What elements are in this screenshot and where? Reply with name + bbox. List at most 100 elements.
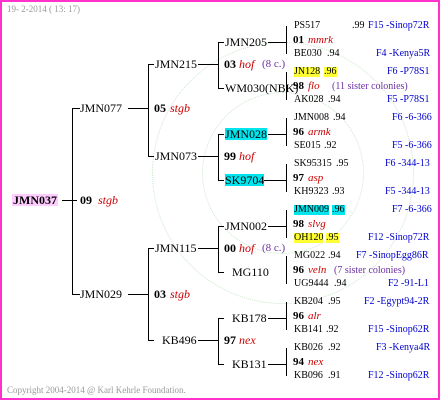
- gen4-year: .93: [332, 186, 345, 197]
- connector: [218, 318, 224, 319]
- gen4-year: .95: [328, 296, 341, 307]
- gen2-gen: 00: [224, 241, 236, 255]
- connector: [268, 364, 286, 365]
- gen3-note: (11 sister colonies): [332, 81, 408, 92]
- connector: [218, 42, 219, 88]
- gen4-bee-id[interactable]: SK95315: [294, 159, 332, 169]
- connector: [286, 210, 287, 238]
- gen4-year: .96: [332, 204, 345, 215]
- gen4-bee-id[interactable]: KB204: [294, 297, 323, 307]
- connector: [286, 118, 287, 146]
- gen4-bee-id[interactable]: KB026: [294, 343, 323, 353]
- connector: [218, 180, 224, 181]
- gen3-gen: 96: [293, 264, 304, 276]
- gen3-tag: mmrk: [308, 34, 334, 46]
- gen1-bee-id[interactable]: JMN029: [80, 288, 122, 300]
- gen2-bee-id[interactable]: JMN215: [155, 58, 197, 70]
- connector: [198, 248, 218, 249]
- gen3-bee-id[interactable]: KB178: [232, 312, 267, 324]
- gen3-bee-id[interactable]: KB131: [232, 358, 267, 370]
- gen4-year: .92: [326, 324, 339, 335]
- gen4-location: F12 -Sinop72R: [368, 232, 430, 243]
- gen3-bee-id[interactable]: MG110: [232, 266, 269, 278]
- gen2-tag: hof: [239, 241, 255, 255]
- connector: [218, 272, 224, 273]
- gen3-tag: slvg: [308, 218, 326, 230]
- gen2-bee-id[interactable]: JMN115: [155, 242, 197, 254]
- connector: [128, 108, 148, 109]
- gen2-gen: 03: [224, 57, 236, 71]
- gen3-tag: armk: [308, 126, 331, 138]
- gen4-bee-id[interactable]: SE015: [294, 141, 321, 151]
- gen4-location: F2 -Egypt94-2R: [364, 296, 430, 307]
- gen4-bee-id[interactable]: UG9444: [294, 279, 328, 289]
- connector: [72, 108, 80, 109]
- gen4-location: F6 -P78S1: [387, 66, 430, 77]
- gen2-bee-id[interactable]: JMN073: [155, 150, 197, 162]
- connector: [218, 226, 219, 272]
- connector: [198, 340, 218, 341]
- gen4-location: F7 -6-366: [392, 204, 432, 215]
- connector: [286, 164, 287, 192]
- gen2-note: (8 c.): [262, 242, 286, 254]
- connector: [268, 134, 286, 135]
- gen4-bee-id[interactable]: BE030: [294, 49, 322, 59]
- gen4-bee-id[interactable]: KB141: [294, 325, 323, 335]
- gen3-bee-id[interactable]: WM030(NBK): [225, 82, 298, 94]
- gen4-year: .96: [324, 66, 337, 77]
- gen4-bee-id[interactable]: JMN009: [294, 205, 330, 215]
- gen3-bee-id[interactable]: JMN028: [225, 128, 268, 140]
- gen1-bee-id[interactable]: JMN077: [80, 102, 122, 114]
- gen4-location: F5 -344-13: [385, 186, 430, 197]
- gen4-year: .94: [327, 48, 340, 59]
- gen3-tag: alr: [308, 310, 321, 322]
- connector: [148, 156, 154, 157]
- gen3-gen: 96: [293, 126, 304, 138]
- gen4-location: F15 -Sinop72R: [368, 20, 430, 31]
- root-bee-id[interactable]: JMN037: [12, 194, 58, 206]
- gen4-year: .95: [336, 158, 349, 169]
- gen3-tag: asp: [308, 172, 324, 184]
- gen3-bee-id[interactable]: JMN205: [225, 36, 267, 48]
- connector: [198, 64, 218, 65]
- gen1-tag: stgb: [170, 101, 191, 115]
- gen2-tag: hof: [239, 149, 255, 163]
- connector: [286, 348, 287, 376]
- gen4-bee-id[interactable]: PS517: [294, 21, 320, 31]
- connector: [148, 64, 154, 65]
- gen2-gen: 97: [224, 333, 236, 347]
- connector: [128, 294, 148, 295]
- gen4-year: .94: [334, 278, 347, 289]
- connector: [268, 226, 286, 227]
- root-gen: 09: [80, 193, 92, 207]
- connector: [268, 42, 286, 43]
- connector: [218, 134, 219, 180]
- gen3-bee-id[interactable]: JMN002: [225, 220, 267, 232]
- gen3-bee-id[interactable]: SK9704: [225, 174, 265, 186]
- connector: [264, 180, 286, 181]
- gen4-location: F6 -6-366: [392, 112, 432, 123]
- gen4-bee-id[interactable]: AK028: [294, 95, 323, 105]
- gen1-gen: 03: [154, 287, 166, 301]
- gen4-year: .94: [328, 250, 341, 261]
- gen4-year: .95: [326, 232, 339, 243]
- connector: [218, 42, 224, 43]
- connector: [286, 72, 287, 100]
- gen2-tag: nex: [239, 333, 256, 347]
- gen4-bee-id[interactable]: OH120: [294, 233, 324, 243]
- gen3-gen: 98: [293, 218, 304, 230]
- gen4-location: F12 -Sinop62R: [368, 370, 430, 381]
- connector: [286, 26, 287, 54]
- gen4-bee-id[interactable]: KB096: [294, 371, 323, 381]
- gen4-bee-id[interactable]: JN128: [294, 67, 321, 77]
- gen3-tag: veln: [308, 264, 327, 276]
- gen2-note: (8 c.): [262, 58, 286, 70]
- gen4-bee-id[interactable]: KH9323: [294, 187, 328, 197]
- connector: [268, 318, 286, 319]
- gen4-bee-id[interactable]: MG022: [294, 251, 325, 261]
- gen4-bee-id[interactable]: JMN008: [294, 113, 329, 123]
- gen4-year: .94: [328, 94, 341, 105]
- gen2-bee-id[interactable]: KB496: [162, 334, 197, 346]
- connector: [72, 108, 73, 294]
- gen3-tag: nex: [308, 356, 324, 368]
